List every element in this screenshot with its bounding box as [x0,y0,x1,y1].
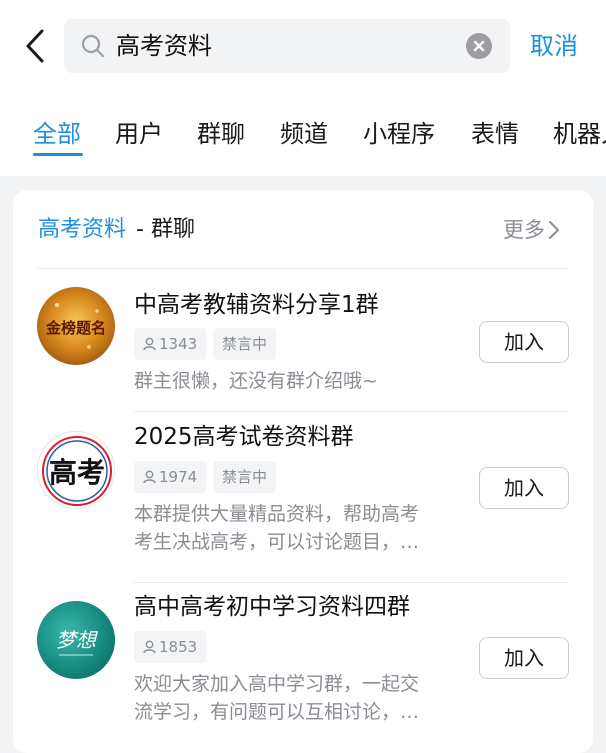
more-label: 更多 [503,218,545,242]
avatar-lettering: 梦想 [56,628,98,652]
divider [134,411,569,412]
person-icon [143,337,156,351]
clear-icon[interactable] [466,33,492,59]
search-icon [81,34,105,58]
person-icon [143,470,156,484]
description-line: 考生决战高考，可以讨论题目，… [134,531,420,553]
more-button[interactable]: 更多 [503,215,561,245]
chevron-left-icon [26,29,44,63]
section-category: - 群聊 [136,217,195,242]
member-count: 1974 [159,468,198,486]
tab-mini-programs[interactable]: 小程序 [363,118,435,150]
search-input[interactable]: 高考资料 [116,31,212,61]
person-icon [143,640,156,654]
status-badge: 禁言中 [213,328,277,360]
divider [37,268,569,269]
tab-stickers[interactable]: 表情 [471,118,519,150]
cancel-button[interactable]: 取消 [530,30,578,62]
member-count: 1343 [159,335,198,353]
group-name: 高中高考初中学习资料四群 [134,594,410,620]
group-avatar: 高考 [37,431,115,509]
active-tab-indicator [33,153,83,156]
member-count-badge: 1853 [134,631,207,663]
divider [134,582,569,583]
avatar-image: 金榜题名 [45,303,106,349]
group-name: 中高考教辅资料分享1群 [134,292,379,318]
avatar-lettering: 高考 [49,456,105,489]
description-line: 本群提供大量精品资料，帮助高考 [134,503,420,525]
section-title: 高考资料 - 群聊 [38,215,195,245]
group-name: 2025高考试卷资料群 [134,424,354,450]
group-avatar: 梦想 [37,601,115,679]
group-results-card: 高考资料 - 群聊 更多 金榜题名 中高考教辅资料分享1群 1343 禁言中 群主… [13,190,593,753]
description-line: 欢迎大家加入高中学习群，一起交 [134,673,420,695]
join-button[interactable]: 加入 [479,321,569,363]
group-row[interactable]: 梦想 高中高考初中学习资料四群 1853 欢迎大家加入高中学习群，一起交 流学习… [13,594,593,747]
member-count: 1853 [159,638,198,656]
avatar-image: 梦想 [56,628,98,656]
back-button[interactable] [20,28,54,64]
chevron-right-icon [549,221,559,239]
tab-group-chats[interactable]: 群聊 [197,118,245,150]
top-bar: 高考资料 取消 全部 用户 群聊 频道 小程序 表情 机器人 [0,0,606,176]
tab-channels[interactable]: 频道 [280,118,328,150]
avatar-lettering: 金榜题名 [45,319,106,337]
group-row[interactable]: 高考 2025高考试卷资料群 1974 禁言中 本群提供大量精品资料，帮助高考 … [13,424,593,577]
tab-bar: 全部 用户 群聊 频道 小程序 表情 机器人 [0,112,606,160]
member-count-badge: 1343 [134,328,207,360]
member-count-badge: 1974 [134,461,207,493]
group-row[interactable]: 金榜题名 中高考教辅资料分享1群 1343 禁言中 群主很懒，还没有群介绍哦~ … [13,285,593,410]
group-avatar: 金榜题名 [37,287,115,365]
status-badge: 禁言中 [213,461,277,493]
tab-users[interactable]: 用户 [115,118,163,150]
search-box[interactable]: 高考资料 [64,19,510,73]
tab-all[interactable]: 全部 [33,118,81,150]
group-description: 群主很懒，还没有群介绍哦~ [134,370,378,392]
tab-bots[interactable]: 机器人 [553,118,606,150]
avatar-image: 高考 [42,436,112,506]
section-keyword: 高考资料 [38,217,127,242]
group-description: 欢迎大家加入高中学习群，一起交 流学习，有问题可以互相讨论，… [134,670,464,726]
join-button[interactable]: 加入 [479,637,569,679]
group-description: 本群提供大量精品资料，帮助高考 考生决战高考，可以讨论题目，… [134,500,464,556]
description-line: 流学习，有问题可以互相讨论，… [134,701,420,723]
join-button[interactable]: 加入 [479,467,569,509]
